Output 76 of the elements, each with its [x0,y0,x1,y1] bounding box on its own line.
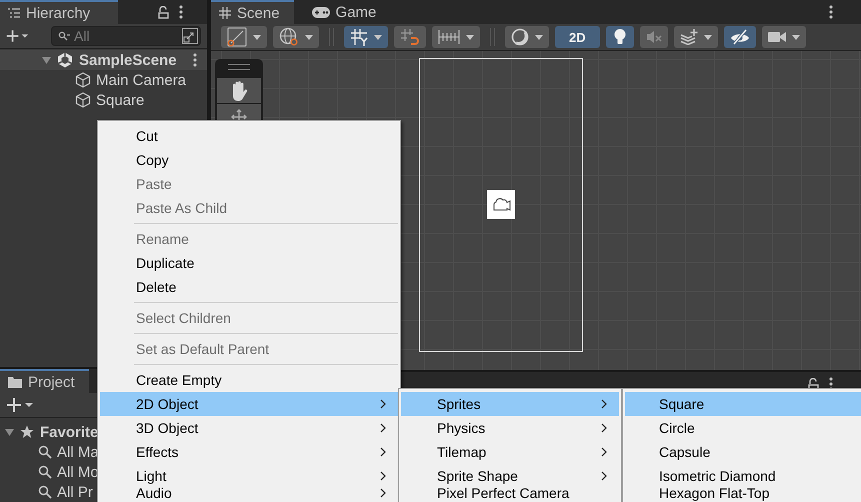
menu-item[interactable]: Light [100,464,398,488]
shading-button[interactable] [505,26,549,48]
menu-item[interactable]: Sprites [401,392,619,416]
menu-item[interactable]: Delete [100,275,398,299]
hierarchy-tab[interactable]: Hierarchy [0,0,118,24]
view-tab[interactable]: Scene [211,0,294,24]
hierarchy-item[interactable]: Main Camera [96,72,186,88]
camera-button[interactable] [762,26,806,48]
menu-item[interactable]: Physics [401,416,619,440]
ruler-icon [438,29,460,45]
menu-item[interactable]: Sprite Shape [401,464,619,488]
folder-icon [8,376,22,388]
project-tab[interactable]: Project [0,369,89,393]
favorite-search-item[interactable]: All Pr [57,484,93,500]
menu-item[interactable]: Create Empty [100,368,398,392]
menu-item[interactable]: Effects [100,440,398,464]
sphere-icon [511,28,529,46]
hierarchy-item[interactable]: Square [96,92,144,108]
more-icon[interactable] [179,5,183,19]
favorites-label[interactable]: Favorite [40,424,98,440]
search-icon [38,485,52,499]
more-icon[interactable] [193,53,197,67]
video-camera-icon [768,30,786,44]
expand-triangle-icon[interactable] [5,428,14,436]
expand-icon[interactable] [182,28,198,44]
menu-item[interactable]: Cut [100,124,398,148]
light-button[interactable] [606,26,634,48]
increment-snap-button[interactable] [394,26,426,48]
mode-2d-button[interactable]: 2D [555,26,600,48]
more-icon[interactable] [829,5,833,19]
sprite-square[interactable] [487,190,515,219]
star-icon [20,425,34,439]
muted-speaker-icon [646,30,662,44]
scene-row[interactable]: SampleScene [0,50,207,70]
grid-snap-icon [350,28,368,46]
lock-icon[interactable] [158,6,169,18]
hidden-eye-icon [730,29,750,45]
audio-button[interactable] [640,26,668,48]
search-field[interactable]: All [51,26,201,46]
grid-magnet-icon [400,28,420,46]
add-dropdown-icon[interactable] [6,28,29,44]
globe-button[interactable] [273,26,319,48]
menu-item[interactable]: Circle [625,416,861,440]
menu-item[interactable]: Copy [100,148,398,172]
gamepad-icon [312,6,330,18]
globe-icon [279,27,299,47]
menu-item[interactable]: Duplicate [100,251,398,275]
ruler-button[interactable] [432,26,480,48]
menu-item[interactable]: Isometric Diamond [625,464,861,488]
scene-name: SampleScene [79,52,177,68]
grid-icon [219,7,231,19]
hand-tool-button[interactable] [217,78,261,104]
list-icon [8,8,20,18]
search-icon [58,31,70,41]
cube-icon [75,92,91,108]
menu-item[interactable]: Square [625,392,861,416]
menu-item[interactable]: 2D Object [100,392,398,416]
menu-item[interactable]: Tilemap [401,440,619,464]
bulb-icon [612,28,627,46]
cube-icon [75,72,91,88]
menu-item[interactable]: Pixel Perfect Camera [401,485,619,502]
camera-gizmo-icon [491,196,511,214]
view-tab[interactable]: Game [304,0,390,24]
effects-button[interactable] [674,26,718,48]
grid-snap-button[interactable] [344,26,388,48]
search-icon [38,465,52,479]
menu-item[interactable]: Hexagon Flat-Top [625,485,861,502]
menu-item[interactable]: Audio [100,485,398,502]
draw-mode-button[interactable] [221,26,267,48]
add-dropdown-icon[interactable] [6,397,34,413]
visibility-button[interactable] [724,26,756,48]
menu-item[interactable]: Capsule [625,440,861,464]
layers-plus-icon [680,29,698,45]
menu-item[interactable]: 3D Object [100,416,398,440]
search-icon [38,445,52,459]
expand-triangle-icon[interactable] [42,56,51,64]
